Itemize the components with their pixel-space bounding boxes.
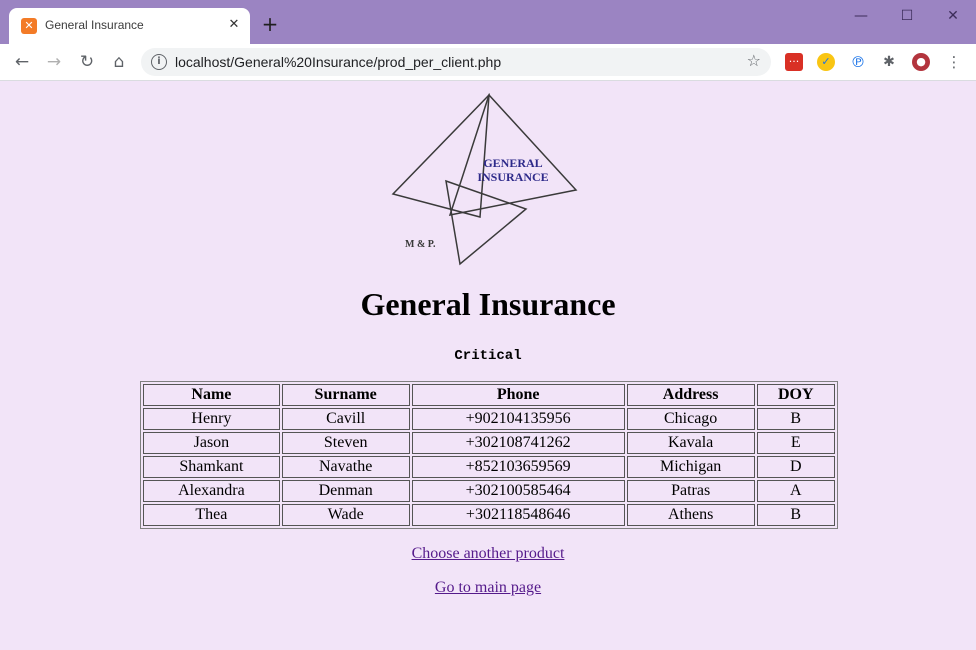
cell-surname: Denman xyxy=(281,480,410,502)
clients-table: Name Surname Phone Address DOY Henry Cav… xyxy=(140,381,838,529)
reload-icon[interactable]: ↻ xyxy=(74,49,100,75)
cell-name: Shamkant xyxy=(143,456,280,478)
main-page-link-wrapper: Go to main page xyxy=(0,579,976,597)
cell-doy: A xyxy=(756,480,835,502)
table-row: Alexandra Denman +302100585464 Patras A xyxy=(143,480,835,502)
avatar[interactable]: ● xyxy=(912,53,930,71)
cell-phone: +302118548646 xyxy=(411,504,625,526)
cell-address: Athens xyxy=(626,504,755,526)
kebab-menu-icon[interactable]: ⋮ xyxy=(945,53,963,71)
home-icon[interactable]: ⌂ xyxy=(106,49,132,75)
info-icon[interactable]: i xyxy=(151,54,167,70)
cell-address: Chicago xyxy=(626,408,755,430)
logo-triangle xyxy=(391,92,490,218)
page-content: GENERAL INSURANCE M & P. General Insuran… xyxy=(0,81,976,650)
cell-name: Henry xyxy=(143,408,280,430)
column-header-doy: DOY xyxy=(756,384,835,406)
cell-name: Thea xyxy=(143,504,280,526)
column-header-address: Address xyxy=(626,384,755,406)
minimize-icon[interactable]: — xyxy=(838,4,884,28)
cell-surname: Steven xyxy=(281,432,410,454)
table-row: Jason Steven +302108741262 Kavala E xyxy=(143,432,835,454)
puzzle-icon[interactable]: ✱ xyxy=(880,53,898,71)
cell-address: Patras xyxy=(626,480,755,502)
arrow-left-icon[interactable]: ← xyxy=(9,49,35,75)
column-header-name: Name xyxy=(143,384,280,406)
choose-another-product-link[interactable]: Choose another product xyxy=(412,545,565,562)
cell-address: Kavala xyxy=(626,432,755,454)
maximize-icon[interactable]: ☐ xyxy=(884,4,930,28)
logo-triangle xyxy=(448,93,578,216)
column-header-surname: Surname xyxy=(281,384,410,406)
new-tab-plus-icon[interactable]: + xyxy=(258,12,282,36)
close-icon[interactable]: ✕ xyxy=(225,16,243,34)
column-header-phone: Phone xyxy=(411,384,625,406)
star-icon[interactable]: ☆ xyxy=(747,51,761,70)
cell-surname: Cavill xyxy=(281,408,410,430)
extension-blue-icon[interactable]: ℗ xyxy=(849,53,867,71)
logo-text-general: GENERAL xyxy=(483,156,542,170)
cell-phone: +902104135956 xyxy=(411,408,625,430)
extension-red-icon[interactable]: ··· xyxy=(785,53,803,71)
cell-address: Michigan xyxy=(626,456,755,478)
cell-phone: +852103659569 xyxy=(411,456,625,478)
general-insurance-logo: GENERAL INSURANCE M & P. xyxy=(391,92,578,266)
logo-tag: M & P. xyxy=(405,239,436,250)
table-row: Shamkant Navathe +852103659569 Michigan … xyxy=(143,456,835,478)
table-header-row: Name Surname Phone Address DOY xyxy=(143,384,835,406)
url-text[interactable]: localhost/General%20Insurance/prod_per_c… xyxy=(175,54,501,70)
cell-phone: +302108741262 xyxy=(411,432,625,454)
table-row: Henry Cavill +902104135956 Chicago B xyxy=(143,408,835,430)
cell-doy: B xyxy=(756,504,835,526)
window-close-icon[interactable]: ✕ xyxy=(930,4,976,28)
table-row: Thea Wade +302118548646 Athens B xyxy=(143,504,835,526)
page-title: General Insurance xyxy=(360,286,616,322)
cell-name: Alexandra xyxy=(143,480,280,502)
xampp-icon: ✕ xyxy=(21,18,37,34)
logo-text-insurance: INSURANCE xyxy=(477,170,548,184)
another-product-link-wrapper: Choose another product xyxy=(0,545,976,563)
logo-triangle xyxy=(445,179,528,266)
browser-titlebar: ✕ General Insurance ✕ + — ☐ ✕ xyxy=(0,0,976,44)
product-name: Critical xyxy=(454,348,522,364)
cell-phone: +302100585464 xyxy=(411,480,625,502)
extension-yellow-icon[interactable]: ✓ xyxy=(817,53,835,71)
go-to-main-page-link[interactable]: Go to main page xyxy=(435,579,541,596)
tab-title: General Insurance xyxy=(45,18,144,32)
cell-surname: Wade xyxy=(281,504,410,526)
cell-doy: B xyxy=(756,408,835,430)
arrow-right-icon[interactable]: → xyxy=(41,49,67,75)
cell-name: Jason xyxy=(143,432,280,454)
address-bar[interactable]: i localhost/General%20Insurance/prod_per… xyxy=(141,48,771,76)
cell-doy: D xyxy=(756,456,835,478)
cell-surname: Navathe xyxy=(281,456,410,478)
browser-toolbar: ← → ↻ ⌂ i localhost/General%20Insurance/… xyxy=(0,44,976,81)
cell-doy: E xyxy=(756,432,835,454)
browser-tab[interactable]: ✕ General Insurance ✕ xyxy=(9,8,250,44)
